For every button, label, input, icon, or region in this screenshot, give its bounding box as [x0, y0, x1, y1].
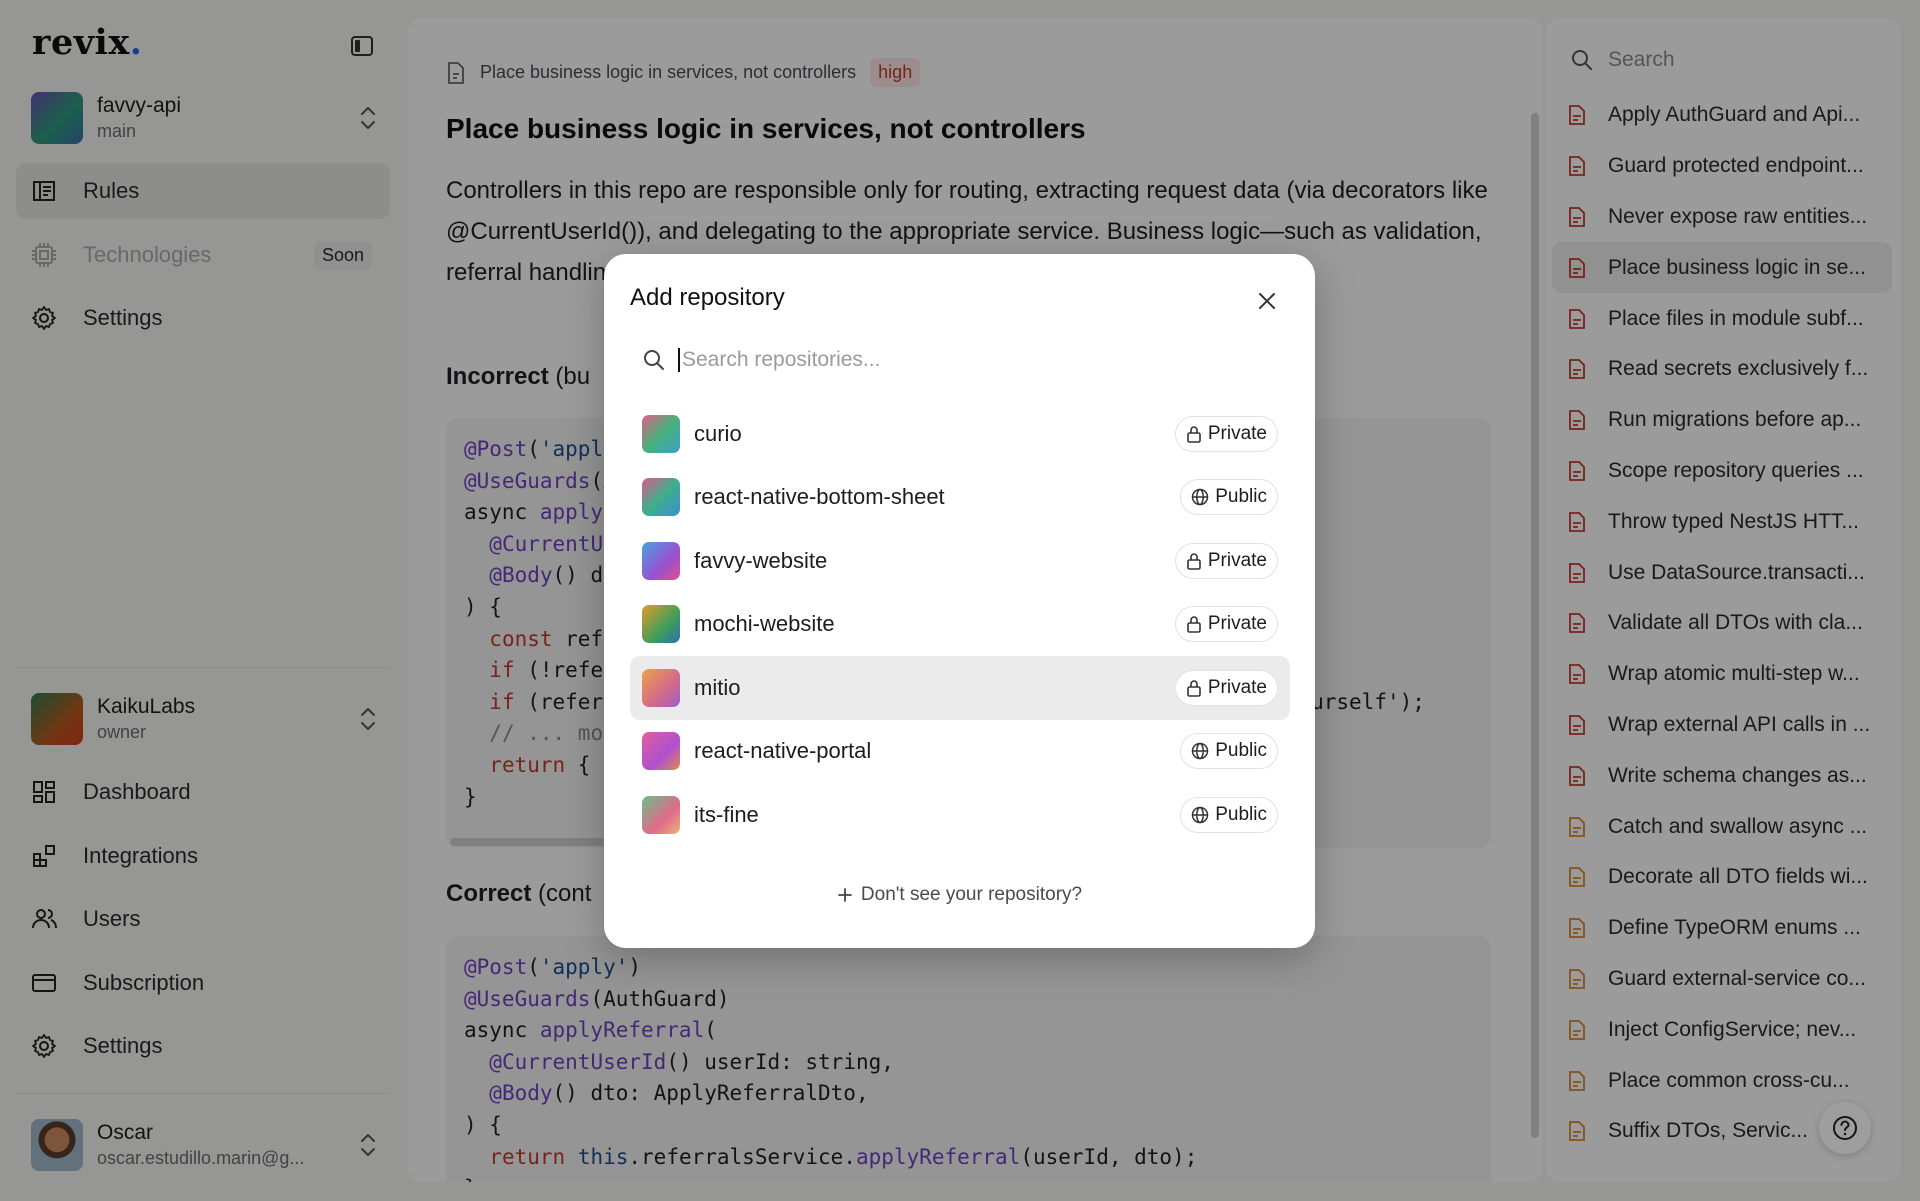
visibility-badge: Private [1174, 606, 1278, 643]
globe-icon [1192, 806, 1209, 823]
repo-avatar [642, 605, 680, 644]
repo-name: react-native-portal [694, 738, 872, 764]
repo-search [642, 348, 1282, 372]
repo-option[interactable]: react-native-bottom-sheet Public [630, 466, 1290, 530]
repo-name: mochi-website [694, 611, 835, 637]
repo-list: curio Private react-native-bottom-sheet Pub… [630, 402, 1290, 847]
missing-repo-link[interactable]: Don't see your repository? [604, 884, 1315, 906]
visibility-badge: Public [1180, 733, 1278, 770]
repo-avatar [642, 795, 680, 834]
repo-name: its-fine [694, 801, 759, 827]
repo-avatar [642, 414, 680, 453]
repo-option[interactable]: its-fine Public [630, 783, 1290, 847]
repo-name: curio [694, 420, 742, 446]
lock-icon [1187, 426, 1201, 443]
repo-name: favvy-website [694, 547, 828, 573]
globe-icon [1192, 743, 1209, 760]
visibility-badge: Private [1174, 415, 1278, 452]
repo-avatar [642, 478, 680, 517]
repo-option[interactable]: favvy-website Private [630, 529, 1290, 593]
globe-icon [1192, 489, 1209, 506]
lock-icon [1187, 616, 1201, 634]
lock-icon [1187, 680, 1201, 697]
repo-option[interactable]: mitio Private [630, 656, 1290, 720]
visibility-badge: Public [1180, 479, 1278, 516]
dialog-title: Add repository [630, 284, 785, 311]
add-repository-dialog: Add repository curio Private react-native-… [604, 254, 1315, 948]
visibility-badge: Public [1180, 796, 1278, 833]
repo-avatar [642, 732, 680, 771]
repo-name: react-native-bottom-sheet [694, 484, 945, 510]
plus-icon [838, 888, 852, 902]
repo-search-input[interactable] [678, 348, 1238, 372]
visibility-badge: Private [1174, 542, 1278, 579]
repo-option[interactable]: react-native-portal Public [630, 720, 1290, 784]
close-button[interactable] [1254, 288, 1280, 314]
visibility-badge: Private [1174, 669, 1278, 706]
repo-option[interactable]: curio Private [630, 402, 1290, 466]
repo-avatar [642, 541, 680, 580]
close-icon [1259, 293, 1275, 309]
repo-avatar [642, 668, 680, 707]
repo-option[interactable]: mochi-website Private [630, 593, 1290, 657]
lock-icon [1187, 553, 1201, 570]
repo-name: mitio [694, 674, 741, 700]
search-icon [644, 350, 664, 370]
